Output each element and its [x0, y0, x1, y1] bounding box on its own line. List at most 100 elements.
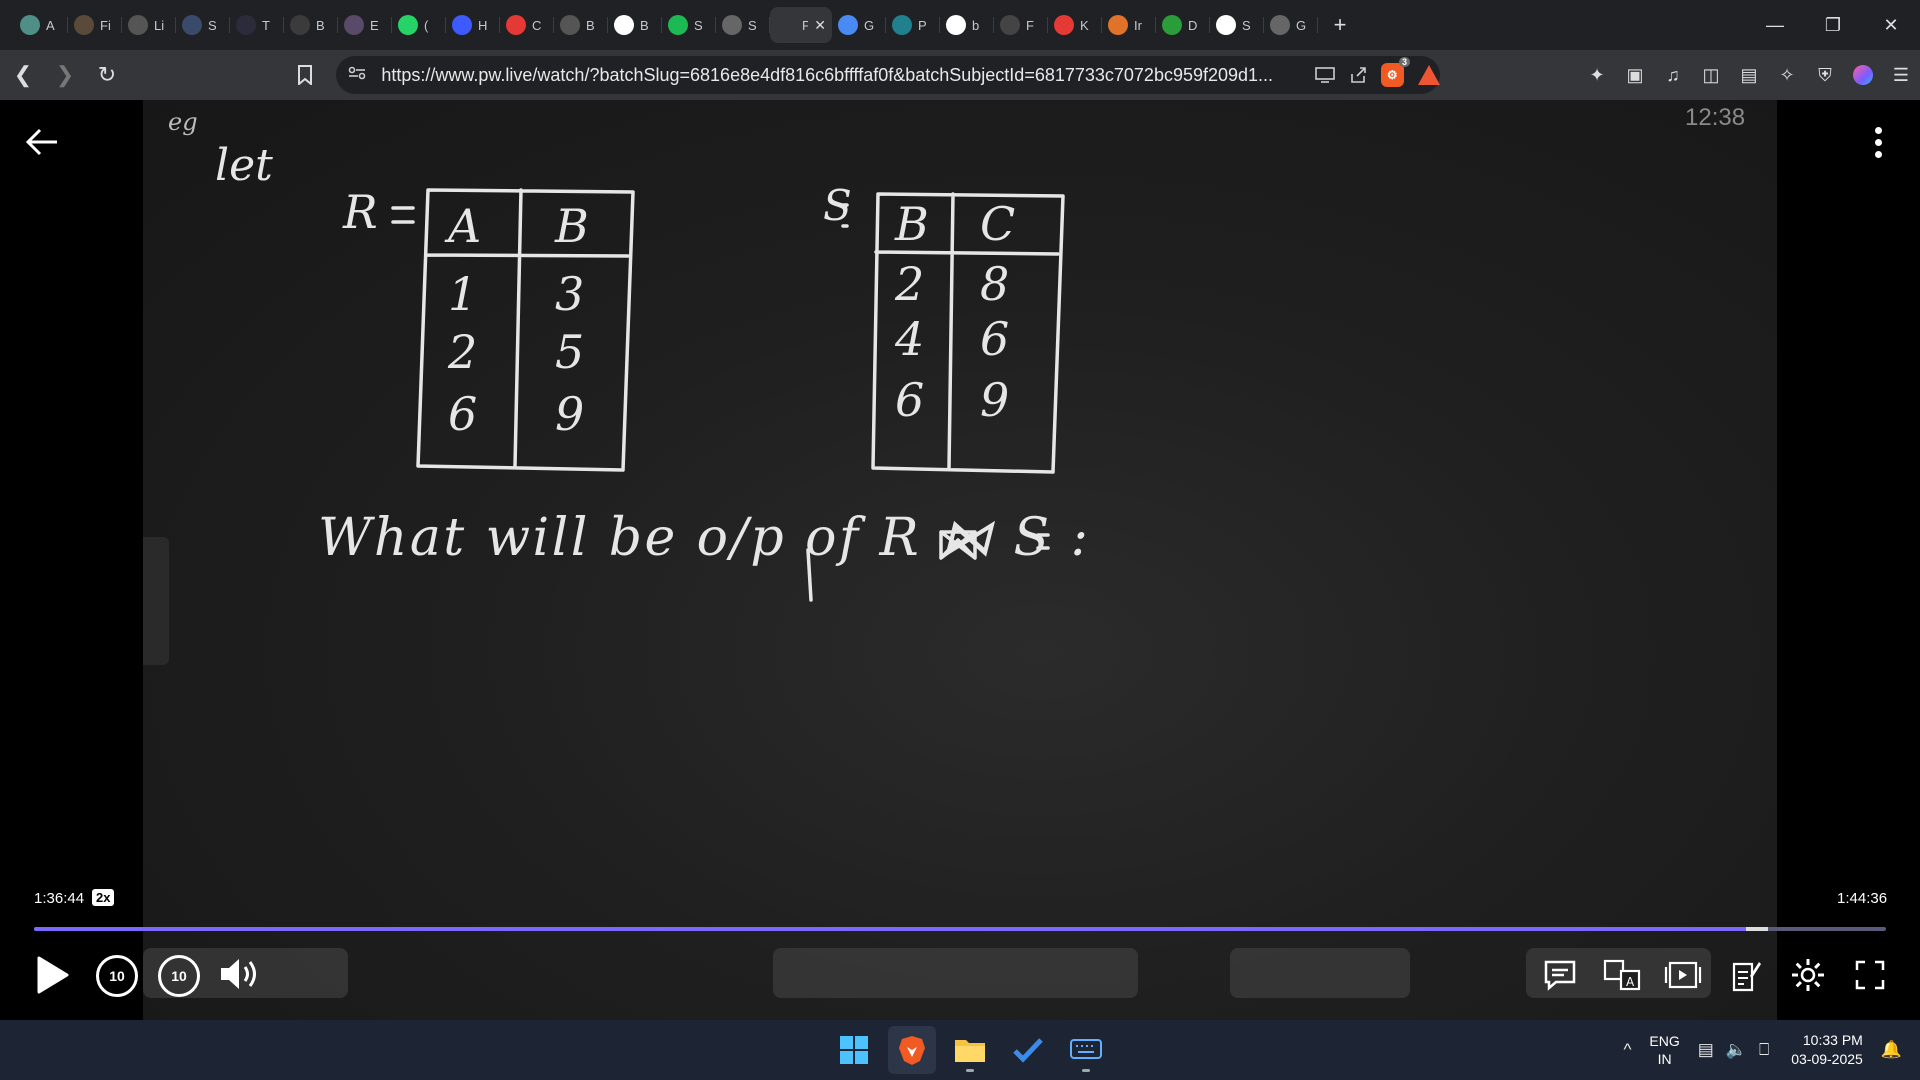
ai-sparkle-icon[interactable]: ✧ — [1768, 56, 1806, 94]
input-language[interactable]: ENG IN — [1649, 1032, 1679, 1068]
table-cell: 3 — [555, 267, 584, 321]
share-icon[interactable] — [1341, 66, 1374, 84]
site-settings-icon[interactable] — [348, 66, 373, 84]
brave-browser-icon[interactable] — [888, 1026, 936, 1074]
seek-bar[interactable] — [34, 927, 1886, 931]
side-panel-handle[interactable] — [143, 537, 169, 665]
browser-tab[interactable]: K — [1048, 7, 1102, 43]
browser-tab[interactable]: S — [176, 7, 230, 43]
browser-tab[interactable]: Li — [122, 7, 176, 43]
new-tab-button[interactable]: + — [1322, 7, 1358, 43]
tab-title: A — [46, 17, 55, 33]
sidebar-icon[interactable]: ◫ — [1692, 56, 1730, 94]
browser-tab[interactable]: D — [1156, 7, 1210, 43]
browser-tab[interactable]: E — [338, 7, 392, 43]
battery-icon[interactable]: ⎕ — [1759, 1040, 1769, 1060]
browser-tab[interactable]: A — [14, 7, 68, 43]
tab-title: K — [1080, 17, 1089, 33]
fullscreen-icon[interactable] — [1850, 955, 1890, 995]
windows-taskbar: ^ ENG IN ▤ 🔈 ⎕ 10:33 PM 03-09-2025 🔔 — [0, 1020, 1920, 1080]
menu-icon[interactable]: ☰ — [1882, 56, 1920, 94]
notifications-bell-icon[interactable]: 🔔 — [1881, 1040, 1902, 1060]
browser-tab[interactable]: F — [994, 7, 1048, 43]
google-icon — [946, 15, 966, 35]
restore-button[interactable]: ❐ — [1804, 0, 1862, 50]
table-cell: 2 — [447, 325, 477, 379]
video-timestamp: 12:38 — [1685, 104, 1746, 131]
browser-tab[interactable]: T — [230, 7, 284, 43]
more-options-icon[interactable] — [1860, 122, 1896, 162]
clock-time: 10:33 PM — [1802, 1032, 1863, 1048]
brave-shield-icon[interactable]: ⚙ 3 — [1380, 57, 1410, 87]
back-button[interactable]: ❮ — [4, 56, 42, 94]
volume-icon[interactable] — [219, 956, 263, 1000]
w3-icon — [236, 15, 256, 35]
browser-tab[interactable]: Ir — [1102, 7, 1156, 43]
tab-title: S — [694, 17, 703, 33]
forward-button[interactable]: ❯ — [46, 56, 84, 94]
network-icon[interactable]: ▤ — [1698, 1040, 1714, 1060]
speaker-icon[interactable]: 🔈 — [1726, 1040, 1747, 1060]
browser-tab[interactable]: G — [832, 7, 886, 43]
rewind-seconds: 10 — [109, 968, 125, 984]
address-bar[interactable]: https://www.pw.live/watch/?batchSlug=681… — [336, 56, 1440, 94]
perplexity-icon — [892, 15, 912, 35]
back-arrow-icon[interactable] — [22, 122, 62, 162]
browser-tab[interactable]: H — [446, 7, 500, 43]
todo-icon[interactable] — [1004, 1026, 1052, 1074]
minimize-button[interactable]: — — [1746, 0, 1804, 50]
whiteboard-content: eg let R S What will be o/p of R ⋈ S : A… — [168, 108, 1088, 602]
browser-tab[interactable]: Fi — [68, 7, 122, 43]
rewind-10-icon[interactable]: 10 — [96, 955, 138, 997]
media-icon[interactable]: ♫ — [1654, 56, 1692, 94]
browser-tab[interactable]: P ✕ — [770, 7, 832, 43]
slides-icon[interactable] — [1664, 955, 1704, 995]
browser-tab[interactable]: B — [554, 7, 608, 43]
keyboard-icon[interactable] — [1062, 1026, 1110, 1074]
eg-label: eg — [168, 108, 198, 136]
cast-icon[interactable] — [1308, 67, 1341, 83]
tab-title: S — [748, 17, 757, 33]
video-player: eg let R S What will be o/p of R ⋈ S : A… — [0, 100, 1920, 1020]
chat-icon[interactable] — [1540, 955, 1580, 995]
file-explorer-icon[interactable] — [946, 1026, 994, 1074]
wallet-icon[interactable]: ▤ — [1730, 56, 1768, 94]
rewards-icon[interactable] — [1418, 65, 1440, 85]
youtube-icon — [506, 15, 526, 35]
settings-gear-icon[interactable] — [1788, 955, 1828, 995]
browser-tab[interactable]: S — [662, 7, 716, 43]
clock[interactable]: 10:33 PM 03-09-2025 — [1791, 1031, 1863, 1069]
translate-icon[interactable]: A — [1602, 955, 1642, 995]
browser-tab[interactable]: S — [716, 7, 770, 43]
browser-tab[interactable]: P — [886, 7, 940, 43]
system-tray: ^ ENG IN ▤ 🔈 ⎕ 10:33 PM 03-09-2025 🔔 — [1617, 1020, 1920, 1080]
browser-tab[interactable]: B — [284, 7, 338, 43]
browser-tab[interactable]: C — [500, 7, 554, 43]
play-icon[interactable] — [36, 955, 76, 999]
browser-tab[interactable]: S — [1210, 7, 1264, 43]
show-hidden-icons-chevron-icon[interactable]: ^ — [1623, 1040, 1631, 1060]
forward-10-icon[interactable]: 10 — [158, 955, 200, 997]
vpn-shield-icon[interactable]: ⛨ — [1806, 56, 1844, 94]
clock-date: 03-09-2025 — [1791, 1051, 1863, 1067]
close-window-button[interactable]: ✕ — [1862, 0, 1920, 50]
notes-icon[interactable] — [1726, 955, 1766, 995]
browser-tab[interactable]: G — [1264, 7, 1318, 43]
tab-title: T — [262, 17, 270, 33]
extensions-icon[interactable]: ✦ — [1578, 56, 1616, 94]
url-text[interactable]: https://www.pw.live/watch/?batchSlug=681… — [381, 65, 1308, 86]
reload-button[interactable]: ↻ — [88, 56, 126, 94]
browser-tab[interactable]: ( — [392, 7, 446, 43]
leo-icon[interactable] — [1844, 56, 1882, 94]
reader-mode-icon[interactable]: ▣ — [1616, 56, 1654, 94]
globe-icon — [1270, 15, 1290, 35]
browser-tab[interactable]: b — [940, 7, 994, 43]
tab-close-icon[interactable]: ✕ — [814, 17, 826, 34]
playback-speed-badge[interactable]: 2x — [92, 889, 115, 906]
browser-tab[interactable]: B — [608, 7, 662, 43]
r-equals-sign — [391, 206, 415, 224]
bookmark-icon[interactable] — [286, 56, 324, 94]
gate-icon — [560, 15, 580, 35]
video-frame[interactable]: eg let R S What will be o/p of R ⋈ S : A… — [143, 100, 1777, 1020]
windows-start-icon[interactable] — [830, 1026, 878, 1074]
